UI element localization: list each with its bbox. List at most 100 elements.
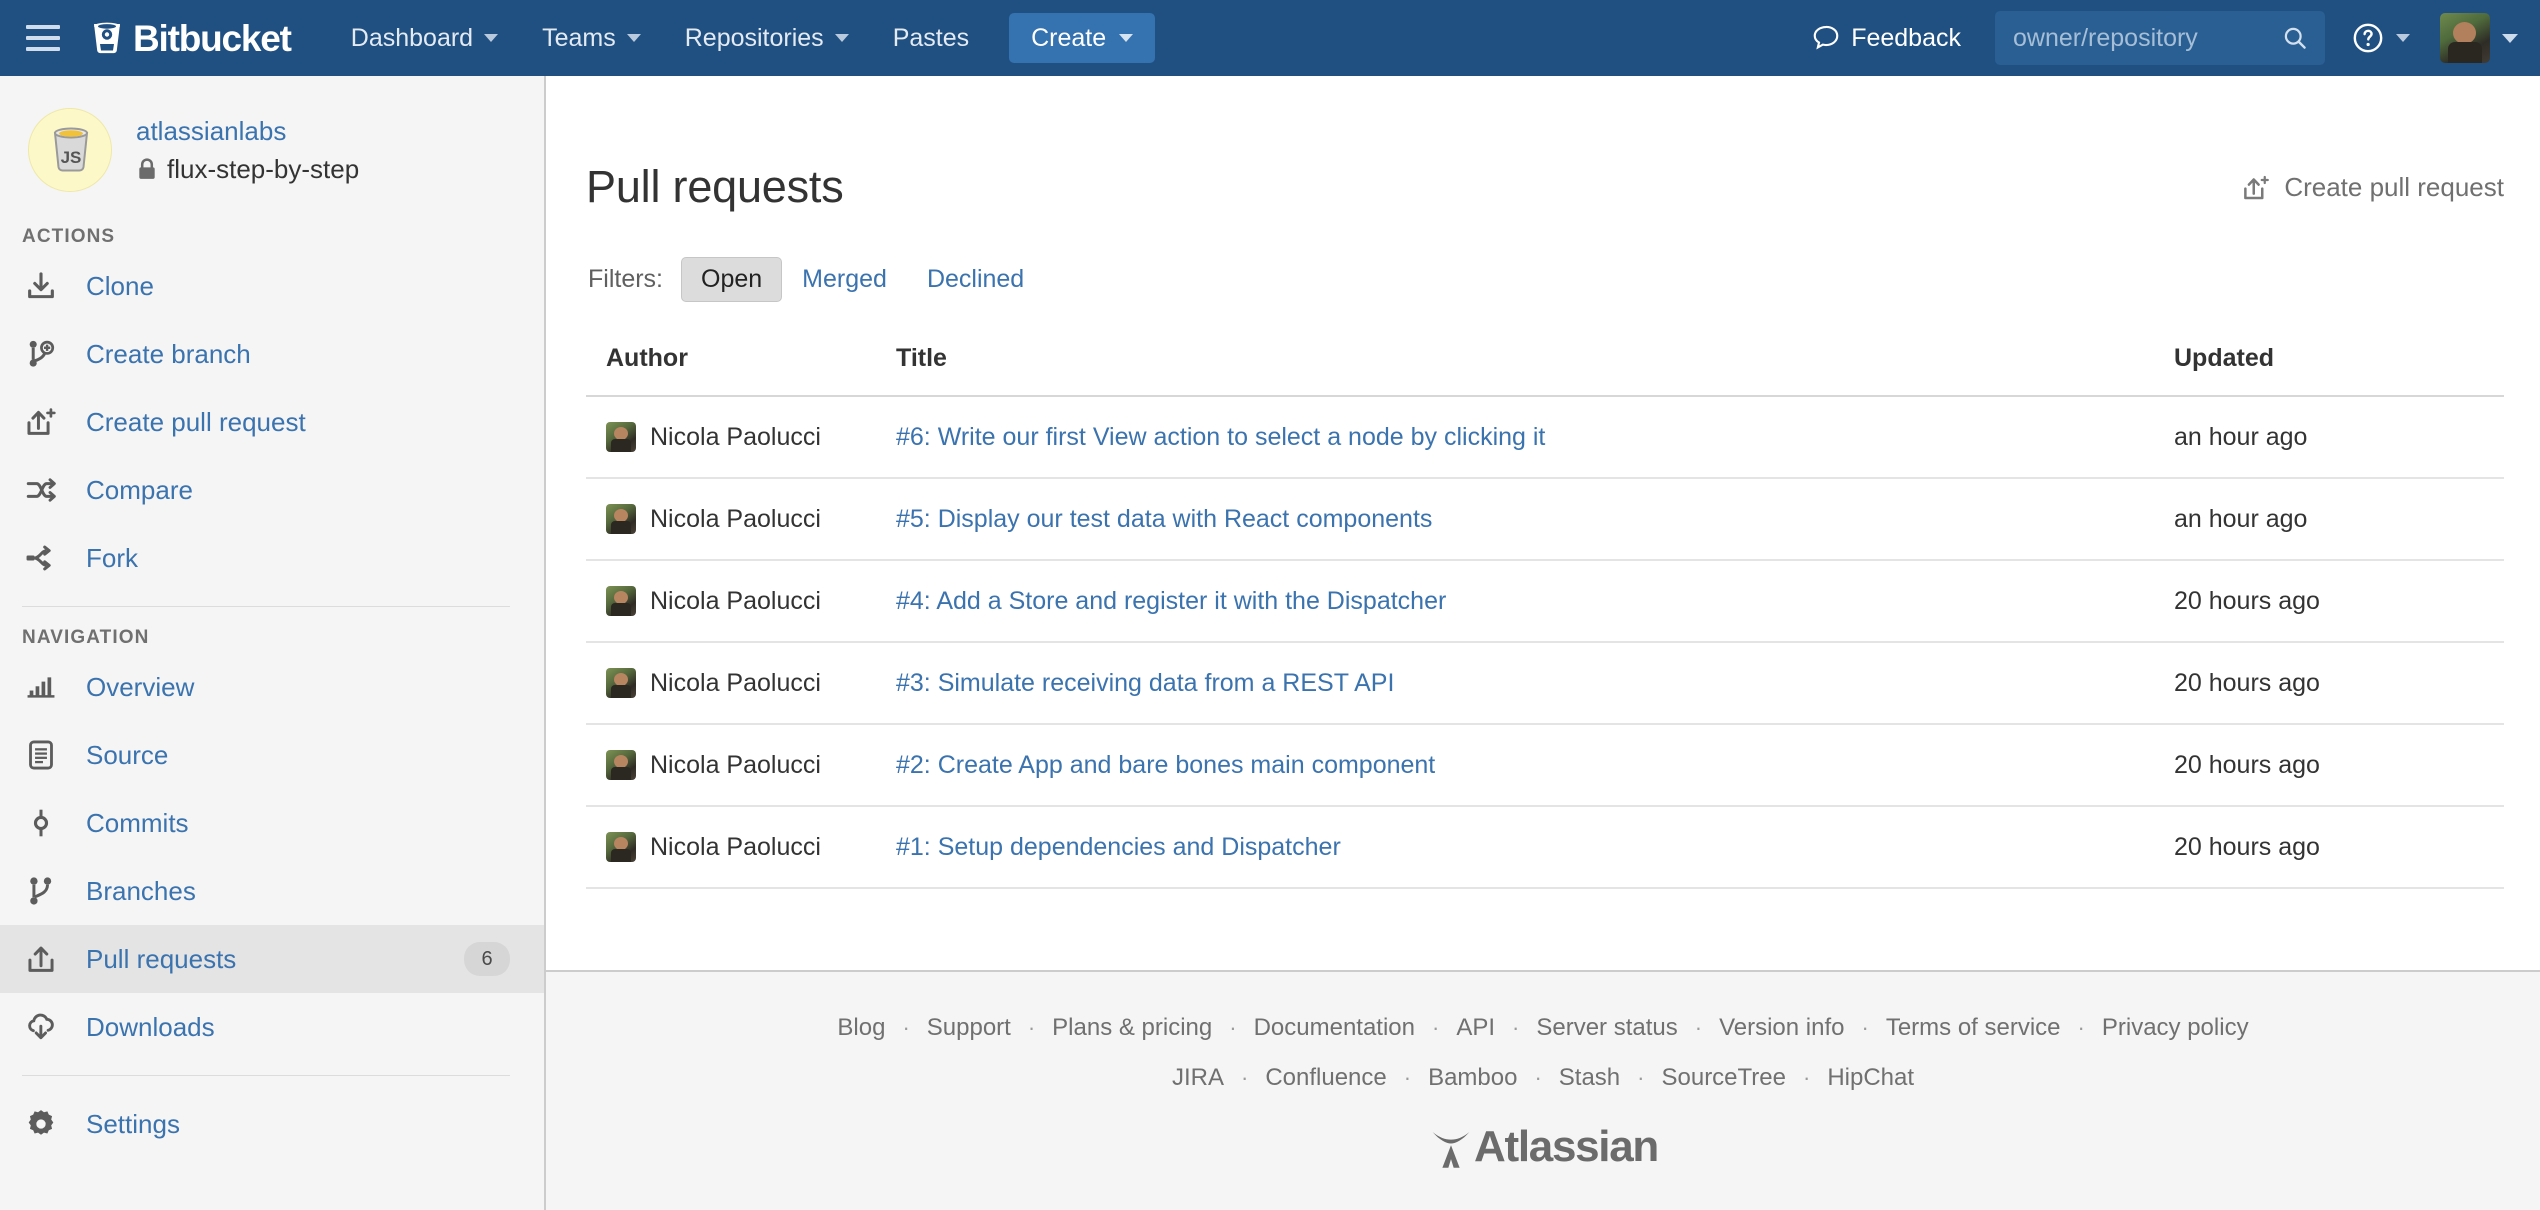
nav-pastes[interactable]: Pastes — [871, 0, 991, 76]
column-header-title: Title — [896, 344, 2174, 397]
footer-link-privacy-policy[interactable]: Privacy policy — [2102, 1014, 2249, 1042]
sidebar-item-branches[interactable]: Branches — [0, 857, 544, 925]
sidebar-item-settings[interactable]: Settings — [0, 1090, 544, 1158]
help-button[interactable] — [2351, 21, 2410, 55]
pull-request-link[interactable]: #3: Simulate receiving data from a REST … — [896, 669, 1394, 697]
avatar — [606, 832, 636, 862]
sidebar-item-overview[interactable]: Overview — [0, 653, 544, 721]
footer-primary-links: Blog · Support · Plans & pricing · Docum… — [546, 1014, 2540, 1042]
title-cell: #3: Simulate receiving data from a REST … — [896, 642, 2174, 725]
pull-request-link[interactable]: #5: Display our test data with React com… — [896, 505, 1432, 533]
footer-separator: · — [1432, 1015, 1440, 1040]
pull-requests-table: Author Title Updated Nicola Paolucci #6:… — [586, 344, 2504, 889]
footer-separator: · — [1637, 1065, 1645, 1090]
footer-separator: · — [1802, 1065, 1811, 1090]
footer-secondary-links: JIRA · Confluence · Bamboo · Stash · Sou… — [546, 1064, 2540, 1092]
sidebar-item-label: Create branch — [86, 338, 251, 369]
footer-link-jira[interactable]: JIRA — [1172, 1064, 1224, 1092]
pull-request-link[interactable]: #6: Write our first View action to selec… — [896, 423, 1545, 451]
footer-link-version-info[interactable]: Version info — [1719, 1014, 1844, 1042]
pull-request-link[interactable]: #4: Add a Store and register it with the… — [896, 587, 1446, 615]
sidebar-item-compare[interactable]: Compare — [0, 456, 544, 524]
sidebar-item-label: Downloads — [86, 1011, 215, 1042]
sidebar-item-source[interactable]: Source — [0, 721, 544, 789]
pull-request-plus-icon — [2241, 173, 2271, 203]
bitbucket-logo[interactable]: Bitbucket — [90, 20, 292, 57]
sidebar-item-create-branch[interactable]: Create branch — [0, 320, 544, 388]
footer-link-server-status[interactable]: Server status — [1536, 1014, 1677, 1042]
sidebar-item-downloads[interactable]: Downloads — [0, 993, 544, 1061]
create-button[interactable]: Create — [1009, 13, 1156, 63]
title-cell: #2: Create App and bare bones main compo… — [896, 724, 2174, 807]
filter-merged[interactable]: Merged — [782, 257, 907, 302]
search-icon[interactable] — [2281, 24, 2309, 52]
repository-name: flux-step-by-step — [167, 153, 360, 184]
atlassian-logo-text: Atlassian — [1474, 1122, 1659, 1171]
updated-cell: 20 hours ago — [2174, 642, 2504, 725]
actions-section-title: ACTIONS — [22, 226, 116, 247]
footer-link-documentation[interactable]: Documentation — [1254, 1014, 1415, 1042]
title-cell: #1: Setup dependencies and Dispatcher — [896, 806, 2174, 889]
download-icon — [24, 269, 70, 303]
sidebar-item-commits[interactable]: Commits — [0, 789, 544, 857]
hamburger-icon[interactable] — [26, 25, 60, 51]
author-cell: Nicola Paolucci — [586, 642, 896, 725]
nav-teams[interactable]: Teams — [520, 0, 663, 76]
footer-link-support[interactable]: Support — [927, 1014, 1011, 1042]
author-cell: Nicola Paolucci — [586, 560, 896, 643]
content-inner: Pull requests Create pull request Filter… — [546, 76, 2540, 889]
nav-dashboard[interactable]: Dashboard — [329, 0, 520, 76]
avatar — [606, 750, 636, 780]
footer-link-blog[interactable]: Blog — [837, 1014, 885, 1042]
chevron-down-icon — [2396, 34, 2410, 42]
sidebar-item-pull-requests[interactable]: Pull requests 6 — [0, 925, 544, 993]
author-cell: Nicola Paolucci — [586, 724, 896, 807]
sidebar-item-label: Compare — [86, 474, 193, 505]
sidebar-item-create-pull-request[interactable]: Create pull request — [0, 388, 544, 456]
create-pull-request-label: Create pull request — [2284, 172, 2504, 202]
avatar — [2440, 13, 2490, 63]
pull-request-link[interactable]: #1: Setup dependencies and Dispatcher — [896, 833, 1341, 861]
footer-link-plans-pricing[interactable]: Plans & pricing — [1052, 1014, 1212, 1042]
pull-request-link[interactable]: #2: Create App and bare bones main compo… — [896, 751, 1435, 779]
chevron-down-icon — [484, 34, 499, 42]
footer-link-terms-of-service[interactable]: Terms of service — [1886, 1014, 2061, 1042]
repository-header: JS atlassianlabs flux-step-by-step — [0, 76, 544, 220]
atlassian-logo-icon — [1432, 1132, 1470, 1168]
footer-link-bamboo[interactable]: Bamboo — [1428, 1064, 1517, 1092]
footer-link-confluence[interactable]: Confluence — [1265, 1064, 1386, 1092]
footer-link-hipchat[interactable]: HipChat — [1827, 1064, 1914, 1092]
repository-owner-link[interactable]: atlassianlabs — [136, 115, 359, 149]
avatar — [606, 422, 636, 452]
avatar — [606, 504, 636, 534]
footer-link-sourcetree[interactable]: SourceTree — [1661, 1064, 1786, 1092]
fork-icon — [24, 541, 70, 575]
updated-cell: 20 hours ago — [2174, 560, 2504, 643]
title-cell: #6: Write our first View action to selec… — [896, 396, 2174, 479]
filter-open[interactable]: Open — [681, 257, 783, 302]
nav-teams-label: Teams — [542, 23, 616, 52]
footer-link-api[interactable]: API — [1456, 1014, 1495, 1042]
filter-declined[interactable]: Declined — [907, 257, 1044, 302]
nav-repositories[interactable]: Repositories — [663, 0, 871, 76]
title-cell: #4: Add a Store and register it with the… — [896, 560, 2174, 643]
table-row: Nicola Paolucci #1: Setup dependencies a… — [586, 806, 2504, 889]
svg-text:JS: JS — [61, 148, 82, 167]
page-title: Pull requests — [586, 161, 844, 212]
feedback-button[interactable]: Feedback — [1811, 23, 1961, 53]
sidebar-item-clone[interactable]: Clone — [0, 252, 544, 320]
bar-chart-icon — [24, 670, 70, 704]
chevron-down-icon — [1119, 34, 1134, 42]
footer-separator: · — [1240, 1065, 1249, 1090]
footer-link-stash[interactable]: Stash — [1559, 1064, 1620, 1092]
compare-arrows-icon — [24, 473, 70, 507]
search-placeholder: owner/repository — [2013, 23, 2198, 52]
sidebar-item-fork[interactable]: Fork — [0, 524, 544, 592]
search-input[interactable]: owner/repository — [1995, 11, 2325, 65]
sidebar-item-label: Commits — [86, 807, 189, 838]
author-cell: Nicola Paolucci — [586, 806, 896, 889]
commit-node-icon — [24, 806, 70, 840]
create-pull-request-button[interactable]: Create pull request — [2241, 172, 2504, 203]
user-menu[interactable] — [2440, 13, 2518, 63]
page-layout: JS atlassianlabs flux-step-by-step ACTIO… — [0, 76, 2540, 1210]
